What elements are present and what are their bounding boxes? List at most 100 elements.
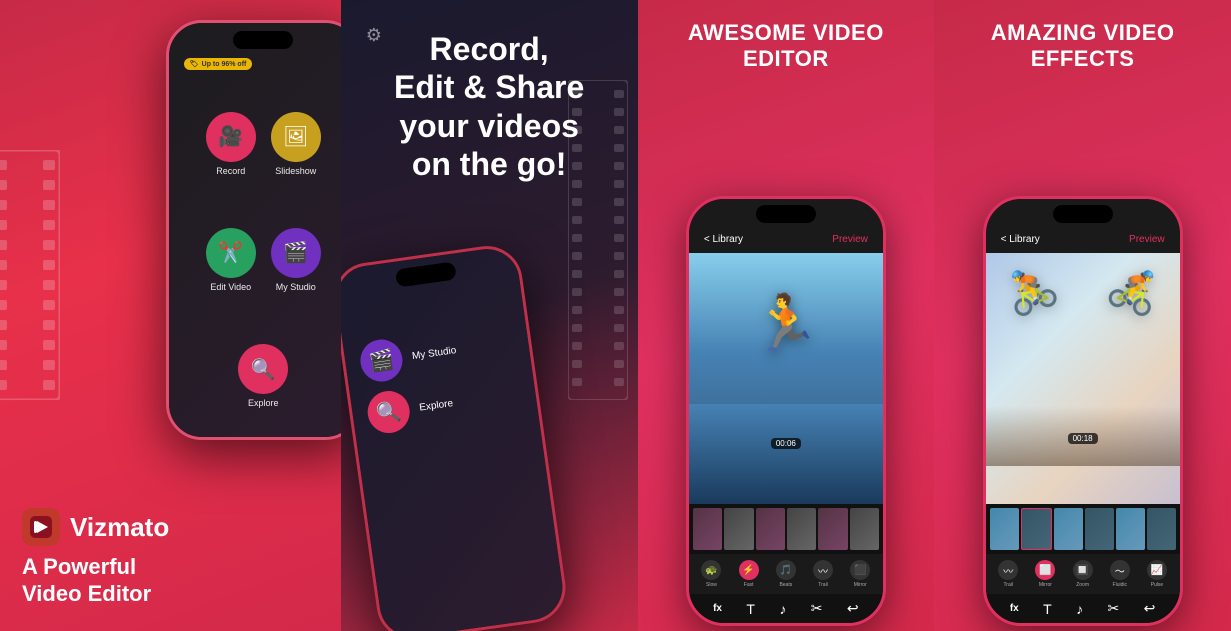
music-btn-4: ♪	[1076, 601, 1083, 617]
explore-icon: 🔍	[238, 344, 288, 394]
editor4-bottombar: fx T ♪ ✂ ↩	[986, 594, 1180, 623]
library-btn-4: < Library	[1001, 234, 1040, 245]
phone2-menu: 🎬 My Studio 🔍 Explore	[341, 304, 540, 452]
thumb-5	[818, 508, 847, 550]
panel3-title: AWESOME VIDEO EDITOR	[673, 0, 899, 88]
studio-label: My Studio	[276, 282, 316, 292]
fx-btn-4: fx	[1010, 603, 1019, 614]
promo-icon: 🏷	[190, 60, 199, 68]
panel4-title: AMAZING VIDEO EFFECTS	[976, 0, 1190, 88]
edit-label: Edit Video	[210, 282, 251, 292]
dynamic-island-2	[395, 261, 457, 287]
fluidic-icon-4: 〜	[1110, 560, 1130, 580]
thumb-1	[693, 508, 722, 550]
thumb-4-3	[1054, 508, 1083, 550]
toolbar-item-slow: 🐢 Slow	[701, 560, 721, 588]
editor3-bottombar: fx T ♪ ✂ ↩	[689, 594, 883, 623]
time-indicator-3: 00:06	[771, 438, 801, 449]
music-btn-3: ♪	[779, 601, 786, 617]
undo-btn-4: ↩	[1144, 600, 1156, 617]
phone-editor-3: < Library Preview 🏃 00:06	[686, 196, 886, 626]
text-btn-4: T	[1043, 601, 1052, 617]
thumb-2	[724, 508, 753, 550]
menu-item-record: 🎥 Record	[206, 112, 256, 176]
brand-name: Vizmato	[70, 512, 169, 543]
menu-item-explore: 🔍 Explore	[238, 344, 288, 408]
brand-tagline: A Powerful Video Editor	[22, 554, 319, 607]
explore-label-2: Explore	[418, 398, 453, 414]
thumb-6	[850, 508, 879, 550]
thumb-4-2	[1021, 508, 1052, 550]
slideshow-icon: 🖼	[271, 112, 321, 162]
record-icon: 🎥	[206, 112, 256, 162]
explore-icon-2: 🔍	[365, 388, 412, 435]
beats-icon: 🎵	[776, 560, 796, 580]
menu-item-edit: ✂️ Edit Video	[206, 228, 256, 292]
studio-icon-2: 🎬	[357, 337, 404, 384]
trail-icon: 〰	[813, 560, 833, 580]
panel-amazing-effects: AMAZING VIDEO EFFECTS < Library Preview …	[934, 0, 1231, 631]
thumb-4-1	[990, 508, 1019, 550]
toolbar-item-fast: ⚡ Fast	[739, 560, 759, 588]
toolbar4-item-zoom: 🔲 Zoom	[1073, 560, 1093, 588]
slideshow-label: Slideshow	[275, 166, 316, 176]
phone-editor-4: < Library Preview 🚴 🚴 00:18	[983, 196, 1183, 626]
editor4-toolbar: 〰 Trail ⬜ Mirror 🔲 Zoom 〜	[986, 554, 1180, 594]
slow-icon: 🐢	[701, 560, 721, 580]
fast-icon: ⚡	[739, 560, 759, 580]
panel-awesome-editor: AWESOME VIDEO EDITOR < Library Preview 🏃…	[638, 0, 935, 631]
brand-row: Vizmato	[22, 508, 319, 546]
filmstrip-decoration	[0, 150, 60, 400]
toolbar4-item-fluidic: 〜 Fluidic	[1110, 560, 1130, 588]
phone-mockup-2: 🎬 My Studio 🔍 Explore	[341, 241, 570, 631]
vizmato-icon	[22, 508, 60, 546]
studio-icon: 🎬	[271, 228, 321, 278]
editor4-video: 🚴 🚴 00:18	[986, 253, 1180, 504]
cut-btn-3: ✂	[811, 600, 823, 617]
edit-icon: ✂️	[206, 228, 256, 278]
toolbar4-item-mirror: ⬜ Mirror	[1035, 560, 1055, 588]
vizmato-logo-icon	[30, 516, 52, 538]
thumb-4-5	[1116, 508, 1145, 550]
library-btn-3: < Library	[704, 234, 743, 245]
phone-editor-3-inner: < Library Preview 🏃 00:06	[689, 199, 883, 623]
mirror-icon: ⬛	[850, 560, 870, 580]
editor3-toolbar: 🐢 Slow ⚡ Fast 🎵 Beats 〰	[689, 554, 883, 594]
preview-btn-3: Preview	[832, 234, 868, 245]
toolbar-item-beats: 🎵 Beats	[776, 560, 796, 588]
undo-btn-3: ↩	[847, 600, 859, 617]
dynamic-island-3	[756, 205, 816, 223]
panel2-headline: Record, Edit & Share your videos on the …	[341, 0, 638, 184]
toolbar4-item-pulse: 📈 Pulse	[1147, 560, 1167, 588]
menu-item-studio: 🎬 My Studio	[271, 228, 321, 292]
trail-icon-4: 〰	[998, 560, 1018, 580]
time-indicator-4: 00:18	[1068, 433, 1098, 444]
fx-btn-3: fx	[713, 603, 722, 614]
brand-area: Vizmato A Powerful Video Editor	[22, 508, 319, 607]
panel4-phone-wrapper: < Library Preview 🚴 🚴 00:18	[983, 88, 1183, 631]
app-menu: 🎥 Record 🖼 Slideshow ✂️ Edit Video 🎬 My …	[169, 83, 341, 437]
panel4-content: AMAZING VIDEO EFFECTS < Library Preview …	[934, 0, 1231, 631]
thumb-4-6	[1147, 508, 1176, 550]
toolbar-item-mirror: ⬛ Mirror	[850, 560, 870, 588]
toolbar-item-trail: 〰 Trail	[813, 560, 833, 588]
thumb-3	[756, 508, 785, 550]
text-btn-3: T	[746, 601, 755, 617]
panel-brand: 🏷 Up to 96% off 🎥 Record 🖼 Slideshow ✂️ …	[0, 0, 341, 631]
panel3-phone-wrapper: < Library Preview 🏃 00:06	[686, 88, 886, 631]
explore-label: Explore	[248, 398, 279, 408]
thumb-4-4	[1085, 508, 1114, 550]
editor3-timeline	[689, 504, 883, 554]
editor4-timeline	[986, 504, 1180, 554]
menu-item-slideshow: 🖼 Slideshow	[271, 112, 321, 176]
phone-editor-4-inner: < Library Preview 🚴 🚴 00:18	[986, 199, 1180, 623]
cut-btn-4: ✂	[1108, 600, 1120, 617]
menu2-explore: 🔍 Explore	[365, 382, 456, 436]
studio-label-2: My Studio	[411, 345, 457, 362]
panel3-content: AWESOME VIDEO EDITOR < Library Preview 🏃…	[638, 0, 935, 631]
editor3-video: 🏃 00:06	[689, 253, 883, 504]
record-label: Record	[216, 166, 245, 176]
dynamic-island	[233, 31, 293, 49]
pulse-icon-4: 📈	[1147, 560, 1167, 580]
menu2-studio: 🎬 My Studio	[357, 329, 458, 384]
